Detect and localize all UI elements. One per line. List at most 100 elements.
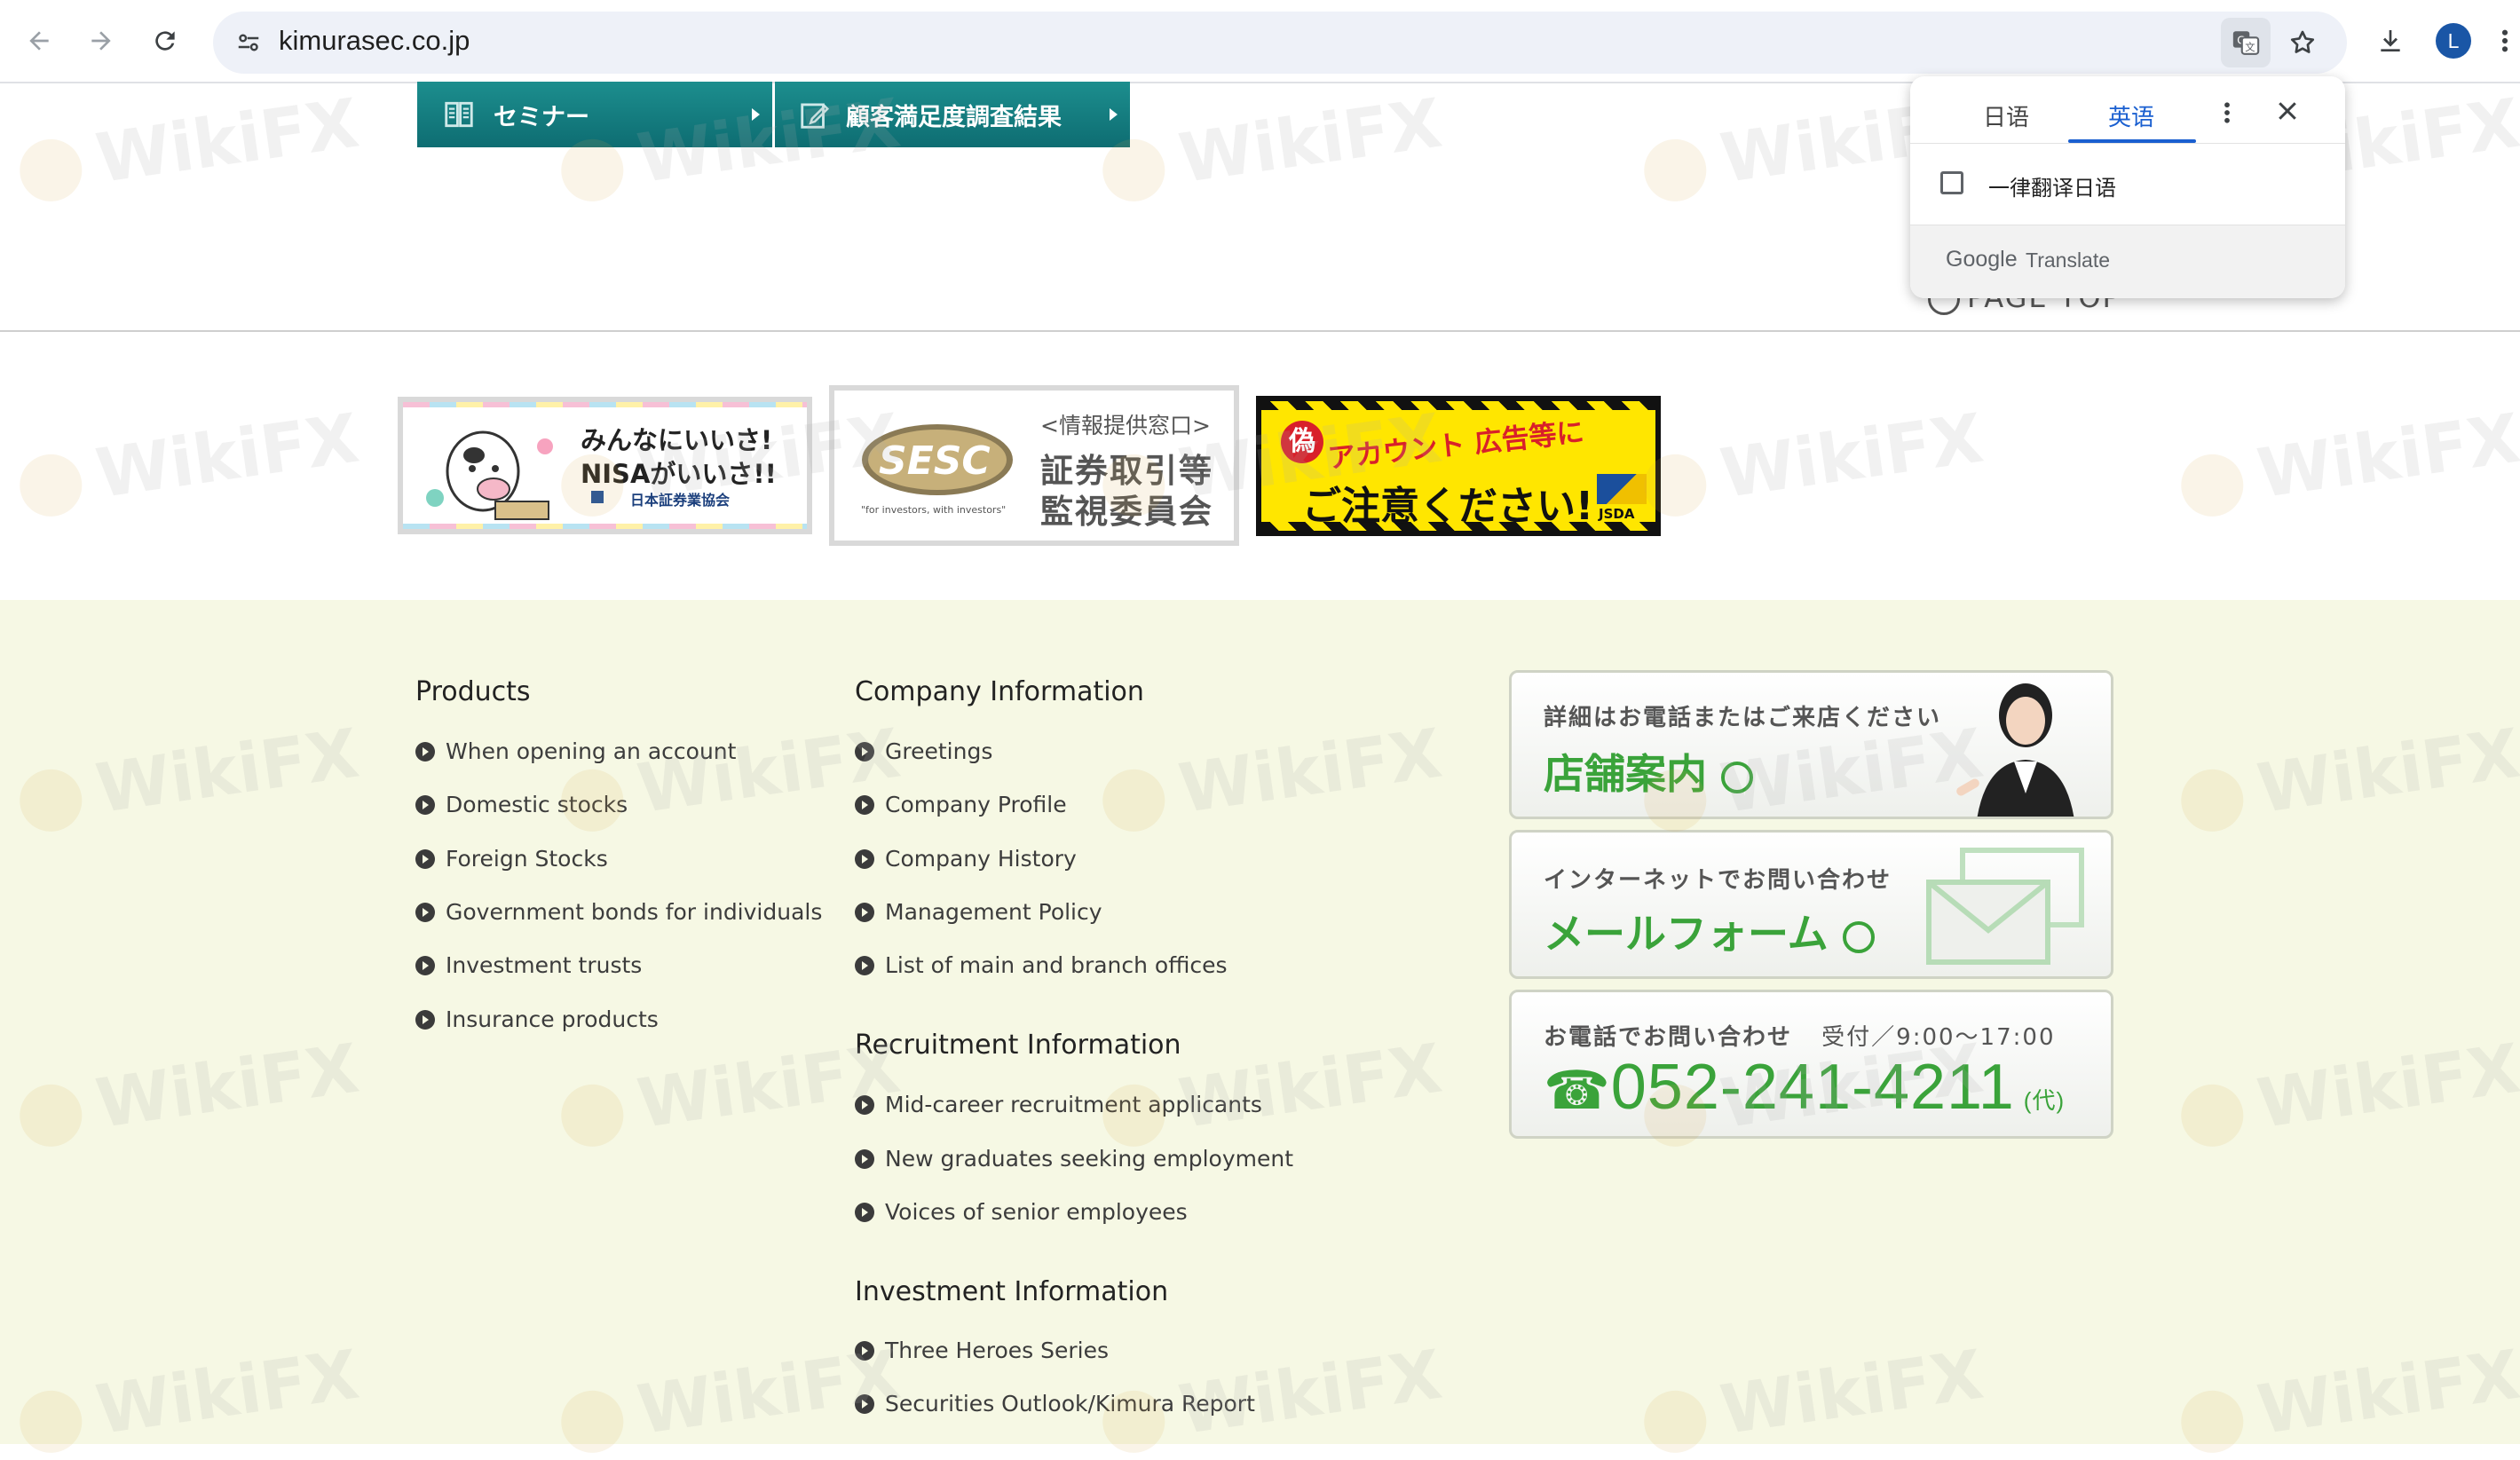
mail-main-text: メールフォーム [1544,902,1875,960]
footer-link[interactable]: Company History [855,846,1077,872]
translate-close-button[interactable] [2274,98,2301,128]
footer-link-label: Three Heroes Series [885,1338,1109,1363]
footer-link[interactable]: Mid-career recruitment applicants [855,1092,1262,1117]
site-footer [0,600,2520,1444]
google-brand: Google [1946,247,2018,272]
store-sub-text: 詳細はお電話またはご来店ください [1544,705,1942,731]
footer-link[interactable]: Investment trusts [415,952,642,978]
forward-button[interactable] [76,16,126,66]
footer-link-label: Securities Outlook/Kimura Report [885,1391,1255,1417]
watermark: WikiFX [14,399,363,525]
nav-survey-button[interactable]: 顧客満足度調査結果 [775,82,1130,147]
mail-main-label: メールフォーム [1544,910,1829,958]
url-text[interactable]: kimurasec.co.jp [279,25,470,57]
footer-link-label: Greetings [885,738,993,764]
nav-seminar-button[interactable]: セミナー [417,82,772,147]
translate-options-button[interactable] [2223,99,2232,130]
bullet-arrow-icon [415,848,435,869]
mail-form-box[interactable]: インターネットでお問い合わせ メールフォーム [1509,830,2113,979]
nav-arrow-icon [752,108,760,121]
footer-link-label: Management Policy [885,899,1102,925]
envelope-icon [1926,848,2084,965]
footer-link-label: Voices of senior employees [885,1199,1188,1225]
phone-hours: 受付／9:00〜17:00 [1821,1024,2056,1051]
bullet-arrow-icon [415,741,435,762]
edit-icon [801,103,830,129]
downloads-button[interactable] [2366,16,2415,66]
bullet-arrow-icon [855,1393,874,1414]
store-main-text: 店舗案内 [1544,742,1754,801]
more-vert-icon [2224,102,2230,123]
browser-menu-button[interactable] [2490,16,2520,66]
bullet-arrow-icon [415,794,435,815]
nav-survey-label: 顧客満足度調査結果 [846,103,1062,131]
sesc-line2: 監視委員会 [1040,493,1213,531]
more-vert-icon [2501,29,2508,52]
phone-number: 052-241-4211 [1610,1052,2015,1123]
book-icon [445,101,473,128]
phone-contact-box[interactable]: お電話でお問い合わせ 受付／9:00〜17:00 ☎052-241-4211 (代… [1509,990,2113,1139]
browser-toolbar: kimurasec.co.jp G文 L [0,0,2520,83]
footer-link-label: Investment trusts [446,952,643,978]
always-translate-checkbox[interactable] [1940,171,1963,194]
footer-link[interactable]: New graduates seeking employment [855,1146,1293,1172]
footer-link[interactable]: Three Heroes Series [855,1338,1109,1363]
bullet-arrow-icon [855,955,874,975]
phone-sub-text: お電話でお問い合わせ 受付／9:00〜17:00 [1544,1019,2056,1052]
bullet-arrow-icon [855,741,874,762]
tab-target-language[interactable]: 英语 [2108,99,2154,132]
cow-mascot-icon [426,430,553,520]
jsda-warning-banner[interactable]: 偽 アカウント 広告等に ご注意ください! JSDA [1256,396,1661,536]
download-icon [2381,30,2400,51]
reload-button[interactable] [140,16,190,66]
nisa-banner[interactable]: みんなにいいさ! NISAがいいさ!! 日本証券業協会 [398,397,812,534]
bullet-arrow-icon [415,955,435,975]
profile-avatar[interactable]: L [2436,23,2471,59]
sesc-logo-icon: SESC [862,424,1013,495]
footer-link[interactable]: Foreign Stocks [415,846,608,872]
divider [1910,143,2345,144]
footer-link-label: Company History [885,846,1077,872]
play-circle-icon [1842,920,1875,953]
translate-popup: 日语 英语 一律翻译日语 Google Translate [1910,76,2345,298]
svg-text:SESC: SESC [879,438,991,484]
translate-footer: Google Translate [1910,225,2345,298]
address-bar[interactable]: kimurasec.co.jp G文 [213,12,2347,74]
footer-link[interactable]: Securities Outlook/Kimura Report [855,1391,1255,1417]
sesc-banner[interactable]: SESC "for investors, with investors" <情報… [829,385,1239,546]
store-info-box[interactable]: 詳細はお電話またはご来店ください 店舗案内 [1509,670,2113,819]
footer-link-label: Domestic stocks [446,792,628,817]
footer-link[interactable]: Greetings [855,738,992,764]
footer-link-label: New graduates seeking employment [885,1146,1294,1172]
site-info-icon[interactable] [229,23,268,62]
footer-link-label: When opening an account [446,738,737,764]
footer-link[interactable]: List of main and branch offices [855,952,1228,978]
footer-link-label: Insurance products [446,1006,659,1032]
bullet-arrow-icon [855,1202,874,1222]
bullet-arrow-icon [855,902,874,922]
footer-link[interactable]: Company Profile [855,792,1067,817]
svg-text:文: 文 [2245,41,2255,53]
bullet-arrow-icon [855,794,874,815]
store-main-label: 店舗案内 [1544,750,1707,798]
footer-link[interactable]: Voices of senior employees [855,1199,1188,1225]
bullet-arrow-icon [415,902,435,922]
footer-link[interactable]: Insurance products [415,1006,659,1032]
tab-source-language[interactable]: 日语 [1983,99,2029,132]
footer-heading-products: Products [415,676,531,707]
always-translate-label: 一律翻译日语 [1988,176,2116,201]
bookmark-button[interactable] [2278,18,2327,67]
jsda-top-text: アカウント 広告等に [1326,415,1586,476]
phone-number-text: ☎052-241-4211 (代) [1544,1051,2065,1124]
footer-link[interactable]: Domestic stocks [415,792,628,817]
bullet-arrow-icon [855,1094,874,1115]
translate-page-button[interactable]: G文 [2221,18,2271,67]
footer-link-label: Company Profile [885,792,1067,817]
jsda-logo-icon [591,491,604,503]
back-button[interactable] [14,16,64,66]
bullet-arrow-icon [855,1148,874,1169]
footer-heading-company: Company Information [855,676,1144,707]
footer-link[interactable]: Government bonds for individuals [415,899,822,925]
footer-link[interactable]: Management Policy [855,899,1102,925]
footer-link[interactable]: When opening an account [415,738,736,764]
